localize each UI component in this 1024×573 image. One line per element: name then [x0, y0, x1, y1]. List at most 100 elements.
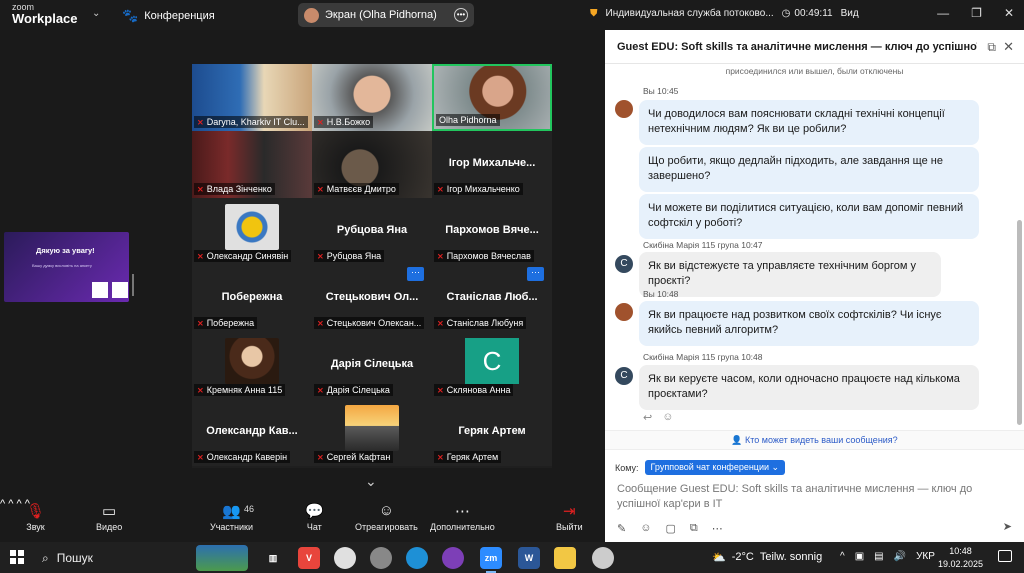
volume-icon[interactable]: 🔊: [894, 551, 906, 562]
caret-up-icon[interactable]: ^: [0, 498, 5, 510]
resize-handle[interactable]: [132, 274, 134, 296]
windows-start-icon[interactable]: [10, 550, 24, 564]
participant-tile[interactable]: ⨯ Матвєєв Дмитро: [312, 131, 432, 198]
participant-tile[interactable]: C ⨯ Склянова Анна: [432, 332, 552, 399]
chrome-icon[interactable]: [334, 547, 356, 569]
chat-panel: Guest EDU: Soft skills та аналітичне мис…: [605, 30, 1024, 542]
participant-tile[interactable]: ⨯ Олександр Синявін: [192, 198, 312, 265]
format-icon[interactable]: ✎: [617, 522, 626, 535]
viber-icon[interactable]: [442, 547, 464, 569]
participant-label: Olha Pidhorna: [436, 114, 500, 126]
screen-share-indicator[interactable]: Экран (Olha Pidhorna) •••: [298, 3, 474, 27]
weather-widget[interactable]: ⛅ -2°C Teilw. sonnig: [712, 551, 822, 564]
participant-tile[interactable]: Рубцова Яна ⨯ Рубцова Яна: [312, 198, 432, 265]
leave-button[interactable]: ⇥ Выйти: [556, 502, 583, 532]
taskbar-clock[interactable]: 10:48 19.02.2025: [938, 545, 983, 570]
shield-icon[interactable]: ⛊: [590, 8, 598, 19]
caret-up-icon[interactable]: ^: [16, 498, 21, 510]
more-button[interactable]: ⋯ Дополнительно: [430, 502, 495, 532]
chevron-down-icon[interactable]: ⌄: [92, 8, 100, 19]
caret-up-icon[interactable]: ^: [8, 498, 13, 510]
chevron-down-icon[interactable]: ⌄: [365, 473, 377, 490]
chevron-up-icon[interactable]: ^: [840, 551, 845, 562]
participant-tile-active-speaker[interactable]: Olha Pidhorna: [432, 64, 552, 131]
vivaldi-icon[interactable]: V: [298, 547, 320, 569]
more-options-icon[interactable]: ···: [407, 267, 424, 281]
participant-label: ⨯ Матвєєв Дмитро: [314, 183, 399, 195]
file-icon[interactable]: ▢: [665, 522, 675, 535]
app-icon[interactable]: [370, 547, 392, 569]
participant-tile[interactable]: Дарія Сілецька ⨯ Дарія Сілецька: [312, 332, 432, 399]
chat-button[interactable]: 💬 Чат: [305, 502, 324, 532]
file-explorer-icon[interactable]: [554, 547, 576, 569]
participant-tile[interactable]: ⨯ Сергей Кафтан: [312, 399, 432, 466]
participant-tile[interactable]: Геряк Артем ⨯ Геряк Артем: [432, 399, 552, 466]
view-button[interactable]: Вид: [841, 8, 859, 19]
more-icon[interactable]: •••: [454, 8, 468, 22]
edge-icon[interactable]: [406, 547, 428, 569]
chat-message[interactable]: Як ви керуєте часом, коли одночасно прац…: [639, 365, 979, 410]
participant-tile[interactable]: ⨯ Daryna, Kharkiv IT Clu...: [192, 64, 312, 131]
participant-tile[interactable]: ··· Станіслав Люб... ⨯ Станіслав Любуня: [432, 265, 552, 332]
screenshot-icon[interactable]: ⧉: [690, 522, 698, 535]
service-label[interactable]: Индивидуальная служба потоково...: [606, 8, 774, 19]
send-icon[interactable]: ➤: [1003, 520, 1012, 533]
notifications-icon[interactable]: [998, 550, 1012, 562]
more-icon[interactable]: ⋯: [712, 522, 723, 535]
video-button[interactable]: ▭ Видео: [96, 502, 122, 532]
task-view-icon[interactable]: ▥: [262, 547, 284, 569]
more-options-icon[interactable]: ···: [527, 267, 544, 281]
participant-tile[interactable]: ⨯ Влада Зінченко: [192, 131, 312, 198]
tray-app-icon[interactable]: ▣: [855, 551, 864, 562]
search-highlight-image[interactable]: [196, 545, 248, 571]
participant-tile[interactable]: ··· Стецькович Ол... ⨯ Стецькович Олексан…: [312, 265, 432, 332]
participant-tile[interactable]: ⨯ Кремняк Анна 115: [192, 332, 312, 399]
participant-name-large: Олександр Кав...: [206, 425, 298, 437]
chat-message[interactable]: Чи можете ви поділитися ситуацією, коли …: [639, 194, 979, 239]
participant-tile[interactable]: Ігор Михальче... ⨯ Ігор Михальченко: [432, 131, 552, 198]
participant-label: ⨯ Рубцова Яна: [314, 250, 385, 262]
popout-icon[interactable]: ⧉: [987, 40, 996, 55]
chat-message[interactable]: Як ви працюєте над розвитком своїх софтс…: [639, 301, 979, 346]
shared-screen-thumbnail[interactable]: Дякую за увагу! Вашу думку висловіть на …: [4, 232, 129, 302]
emoji-icon[interactable]: ☺: [640, 522, 651, 535]
message-list[interactable]: Вы 10:45 Чи доводилося вам пояснювати ск…: [605, 80, 1017, 435]
audio-button[interactable]: 🎙 Звук: [26, 502, 45, 532]
reply-icon[interactable]: ↩: [643, 411, 652, 424]
restore-icon[interactable]: ❐: [971, 6, 982, 20]
recipient-label: Кому:: [615, 462, 639, 473]
close-icon[interactable]: ✕: [1004, 6, 1014, 20]
chat-scrollbar[interactable]: [1017, 220, 1022, 425]
message-meta: Скибіна Марія 115 група 10:47: [643, 240, 763, 250]
system-tray: ^ ▣ ▤ 🔊 УКР: [840, 551, 935, 562]
leave-label: Выйти: [556, 522, 583, 532]
close-icon[interactable]: ✕: [1003, 39, 1014, 55]
chat-message[interactable]: Що робити, якщо дедлайн підходить, але з…: [639, 147, 979, 192]
network-icon[interactable]: ▤: [874, 551, 883, 562]
chat-message[interactable]: Як ви відстежуєте та управляєте технічни…: [639, 252, 941, 297]
mic-off-icon: ⨯: [197, 184, 204, 194]
app-icon[interactable]: [592, 547, 614, 569]
minimize-icon[interactable]: —: [937, 6, 949, 20]
react-button[interactable]: ☺ Отреагировать: [355, 502, 418, 532]
language-indicator[interactable]: УКР: [916, 551, 935, 562]
participant-tile[interactable]: Побережна ⨯ Побережна: [192, 265, 312, 332]
participant-tile[interactable]: ⨯ Н.В.Божко: [312, 64, 432, 131]
chat-title: Guest EDU: Soft skills та аналітичне мис…: [617, 41, 977, 53]
recipient-select[interactable]: Групповой чат конференции ⌄: [644, 460, 786, 475]
emoji-icon[interactable]: ☺: [662, 411, 673, 424]
meeting-info-button[interactable]: 🐾 Конференция: [122, 8, 215, 24]
participant-tile[interactable]: Пархомов Вяче... ⨯ Пархомов Вячеслав: [432, 198, 552, 265]
weather-icon: ⛅: [712, 552, 726, 564]
word-icon[interactable]: W: [518, 547, 540, 569]
leave-icon: ⇥: [563, 503, 576, 520]
avatar: [225, 204, 279, 250]
participant-tile[interactable]: Олександр Кав... ⨯ Олександр Каверін: [192, 399, 312, 466]
zoom-app-icon[interactable]: zm: [480, 547, 502, 573]
who-can-see-link[interactable]: 👤 Кто может видеть ваши сообщения?: [605, 430, 1024, 450]
chat-message[interactable]: Чи доводилося вам пояснювати складні тех…: [639, 100, 979, 145]
chat-input[interactable]: Сообщение Guest EDU: Soft skills та анал…: [617, 482, 1007, 512]
participant-label: ⨯ Н.В.Божко: [314, 116, 374, 128]
participant-label: ⨯ Влада Зінченко: [194, 183, 275, 195]
message-actions: ↩ ☺: [643, 411, 673, 424]
